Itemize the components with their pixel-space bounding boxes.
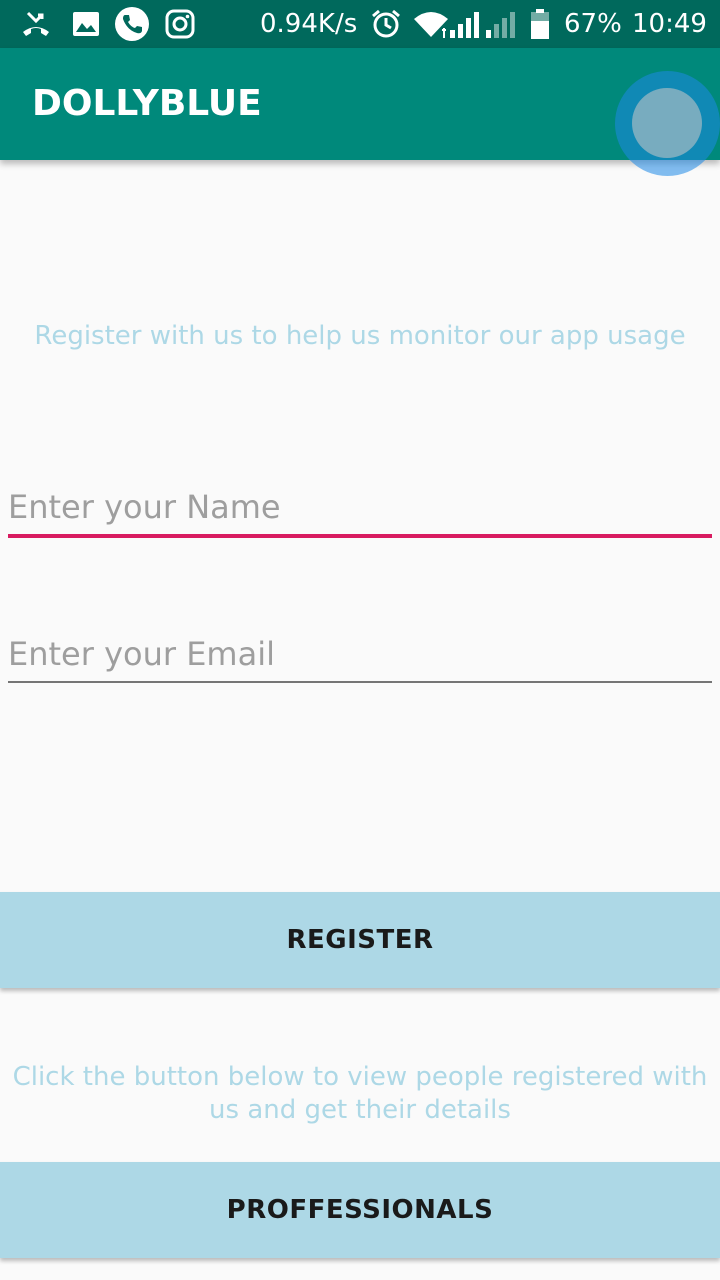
missed-call-icon: [20, 8, 52, 40]
email-input[interactable]: [8, 629, 712, 679]
intro-text: Register with us to help us monitor our …: [34, 321, 686, 351]
instagram-icon: [164, 8, 196, 40]
touch-indicator-center: [632, 88, 702, 158]
professionals-button[interactable]: PROFFESSIONALS: [0, 1162, 720, 1258]
register-button[interactable]: REGISTER: [0, 892, 720, 988]
wifi-icon: [412, 8, 450, 40]
signal-icon: [448, 8, 484, 40]
phone-icon: [114, 6, 150, 42]
name-input[interactable]: [8, 482, 712, 532]
battery-percent: 67%: [564, 9, 622, 39]
battery-icon: [528, 8, 552, 40]
app-title: DOLLYBLUE: [32, 83, 262, 124]
network-speed: 0.94K/s: [260, 9, 358, 39]
alarm-icon: [370, 8, 402, 40]
info-text: Click the button below to view people re…: [12, 1062, 708, 1125]
status-bar: 0.94K/s 67% 10:49: [0, 0, 720, 48]
signal-icon: [484, 8, 520, 40]
email-input-underline: [8, 681, 712, 683]
app-bar: DOLLYBLUE: [0, 48, 720, 160]
name-field[interactable]: [8, 482, 712, 538]
name-input-underline: [8, 534, 712, 538]
clock: 10:49: [632, 9, 707, 39]
image-icon: [70, 8, 102, 40]
email-field[interactable]: [8, 629, 712, 683]
touch-indicator: [615, 71, 720, 176]
